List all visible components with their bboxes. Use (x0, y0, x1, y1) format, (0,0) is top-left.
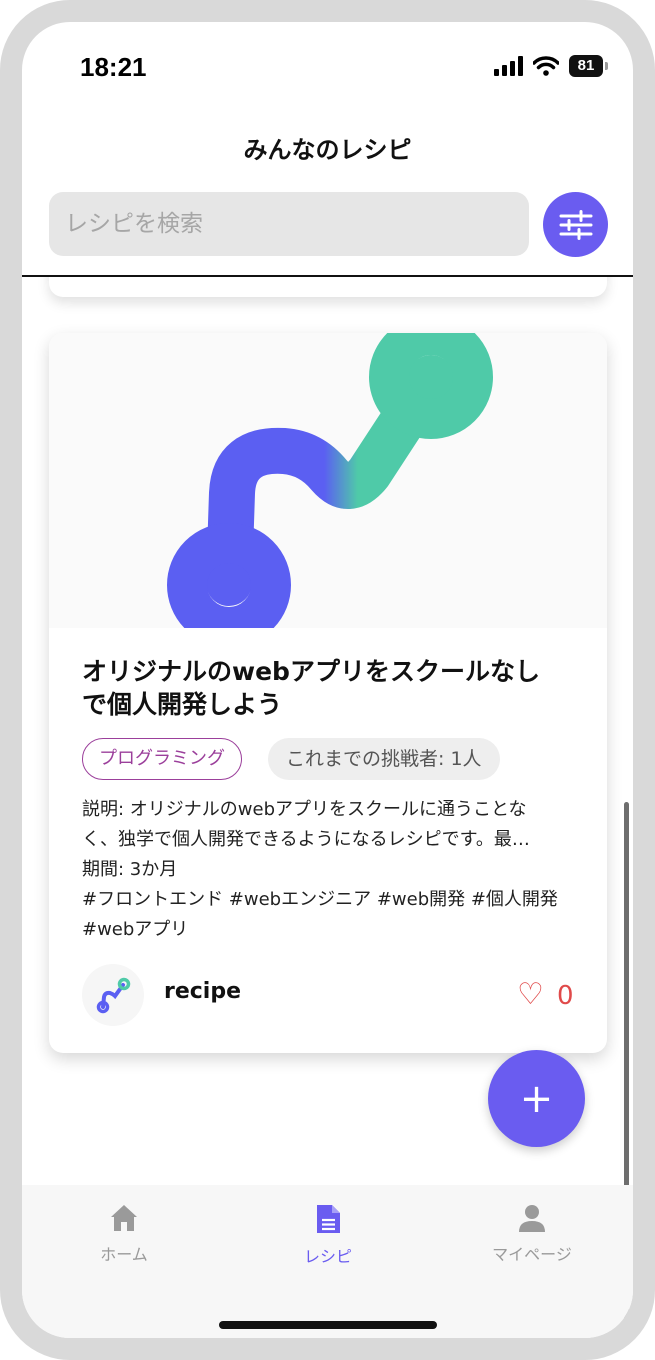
tab-label: マイページ (492, 1245, 572, 1264)
wifi-icon (533, 56, 559, 76)
recipe-title-line: オリジナルのwebアプリをスクールなし (82, 657, 540, 686)
screen: 18:21 81 みんなのレシピ レシピを検索 オリジナルのwebアプリをスクー… (22, 22, 633, 1338)
like-count: 0 (557, 981, 574, 1011)
recipe-logo-icon (96, 977, 131, 1014)
status-time: 18:21 (80, 52, 147, 82)
tab-label: ホーム (100, 1245, 148, 1264)
home-indicator[interactable] (219, 1321, 437, 1329)
recipe-card[interactable]: オリジナルのwebアプリをスクールなし で個人開発しよう プログラミング これま… (49, 333, 607, 1053)
recipe-image (49, 333, 607, 628)
recipe-list[interactable]: オリジナルのwebアプリをスクールなし で個人開発しよう プログラミング これま… (22, 277, 633, 1338)
search-input[interactable] (49, 192, 529, 256)
page-title: みんなのレシピ (243, 136, 412, 164)
tab-home[interactable]: ホーム (64, 1203, 184, 1265)
recipe-hashtags: #webアプリ (82, 919, 189, 940)
person-icon (519, 1205, 545, 1232)
bottom-tab-bar: ホーム レシピ マイページ (22, 1185, 633, 1338)
previous-recipe-card[interactable] (49, 277, 607, 297)
recipe-logo-image (167, 333, 493, 628)
author-name[interactable]: recipe (164, 979, 241, 1004)
tab-recipe[interactable]: レシピ (268, 1203, 388, 1267)
add-recipe-button[interactable]: + (488, 1050, 585, 1147)
recipe-description: 説明: オリジナルのwebアプリをスクールに通うことな く、独学で個人開発できる… (82, 795, 582, 945)
tab-label: レシピ (303, 1247, 352, 1266)
recipe-period: 期間: 3か月 (82, 859, 178, 880)
heart-icon[interactable]: ♡ (517, 980, 544, 1010)
plus-icon: + (519, 1075, 554, 1122)
filter-button[interactable] (543, 192, 608, 257)
category-tag[interactable]: プログラミング (82, 738, 242, 780)
battery-icon: 81 (569, 55, 608, 77)
author-avatar[interactable] (82, 964, 144, 1026)
description-line: 説明: オリジナルのwebアプリをスクールに通うことな (82, 799, 527, 820)
signal-icon (494, 56, 523, 76)
tab-mypage[interactable]: マイページ (472, 1203, 592, 1265)
recipe-title-line: で個人開発しよう (82, 690, 283, 719)
phone-frame: 18:21 81 みんなのレシピ レシピを検索 オリジナルのwebアプリをスクー… (0, 0, 655, 1360)
description-line: く、独学で個人開発できるようになるレシピです。最… (82, 829, 530, 850)
challenger-count-badge: これまでの挑戦者: 1人 (268, 738, 500, 780)
recipe-title[interactable]: オリジナルのwebアプリをスクールなし で個人開発しよう (82, 655, 582, 721)
status-icons: 81 (494, 54, 608, 78)
recipe-hashtags: #フロントエンド #webエンジニア #web開発 #個人開発 (82, 889, 558, 910)
document-icon (317, 1205, 340, 1233)
home-icon (111, 1205, 137, 1231)
sliders-icon (559, 209, 592, 240)
